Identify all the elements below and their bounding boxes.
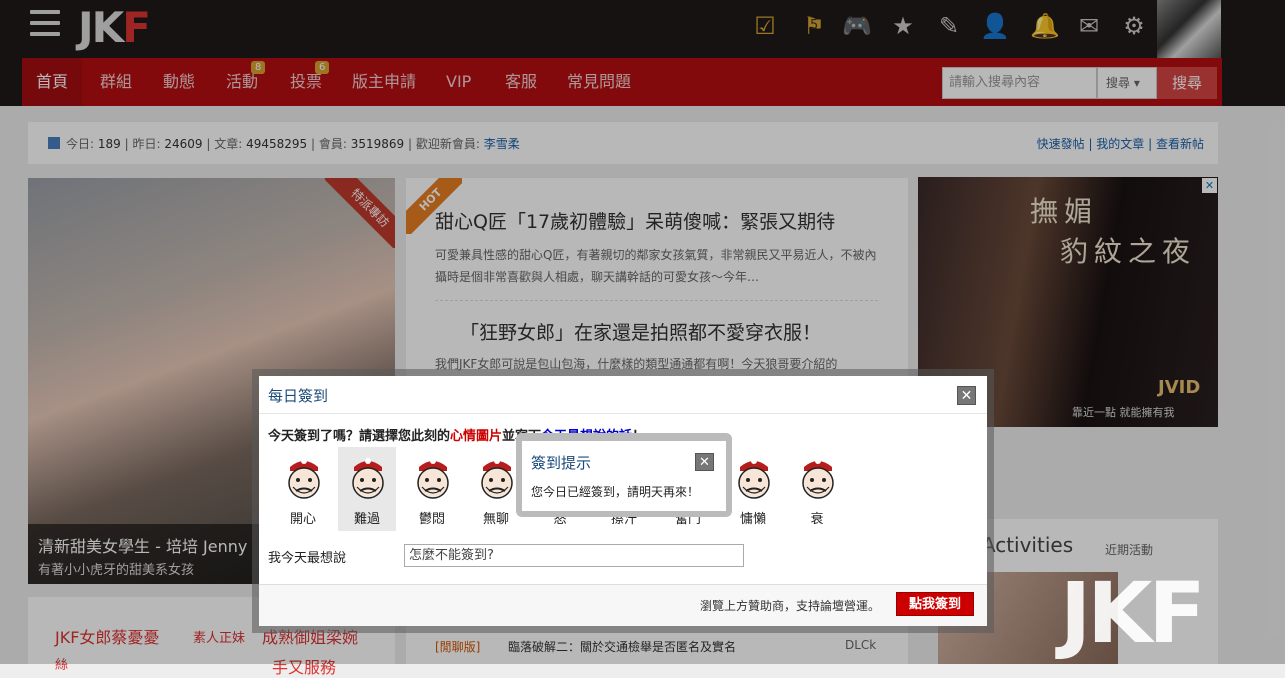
divider (259, 413, 987, 414)
tip-message: 您今日已經簽到，請明天再來！ (531, 485, 700, 499)
close-icon[interactable]: ✕ (695, 453, 714, 471)
mood-option[interactable]: 開心 (274, 447, 332, 531)
sponsor-note: 瀏覽上方贊助商，支持論壇營運。 (700, 599, 881, 613)
mood-label: 鬱悶 (418, 512, 445, 527)
mood-label: 衰 (810, 512, 824, 527)
mood-face-icon (477, 453, 517, 501)
tip-title: 簽到提示 (531, 454, 592, 472)
dialog-title: 每日簽到 (268, 387, 329, 405)
mood-face-icon (798, 453, 838, 501)
mood-label: 難過 (353, 512, 380, 527)
mood-option[interactable]: 慵懶 (724, 447, 782, 531)
mood-option[interactable]: 難過 (338, 447, 396, 531)
mood-option[interactable]: 衰 (788, 447, 846, 531)
mood-option[interactable]: 鬱悶 (403, 447, 461, 531)
mood-label: 慵懶 (739, 512, 766, 527)
checkin-button[interactable]: 點我簽到 (896, 592, 974, 616)
mood-face-icon (348, 453, 388, 501)
mood-face-icon (284, 453, 324, 501)
say-label: 我今天最想說 (268, 551, 347, 566)
mood-label: 開心 (289, 512, 316, 527)
close-icon[interactable]: ✕ (957, 386, 976, 405)
mood-face-icon (734, 453, 774, 501)
watermark-logo: JKF (1060, 564, 1206, 662)
mood-face-icon (413, 453, 453, 501)
say-input[interactable]: 怎麼不能簽到? (404, 544, 744, 567)
